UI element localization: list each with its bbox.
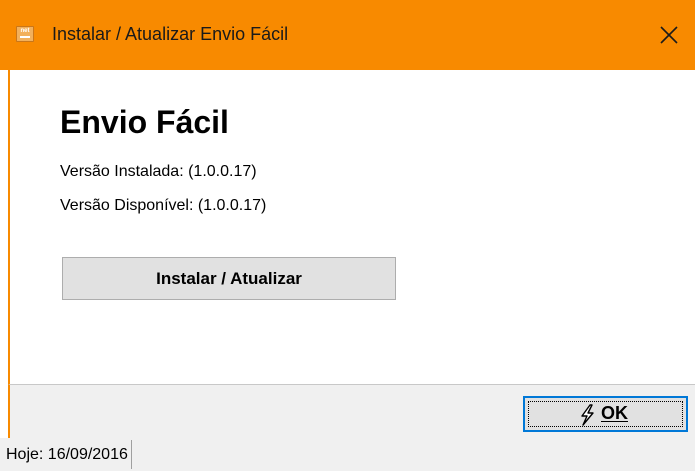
installed-version-text: Versão Instalada: (1.0.0.17) <box>60 163 257 180</box>
ok-button[interactable]: OK <box>523 396 688 432</box>
product-heading: Envio Fácil <box>60 104 229 140</box>
available-version-text: Versão Disponível: (1.0.0.17) <box>60 197 267 214</box>
app-icon-bar <box>20 36 30 38</box>
title-bar[interactable]: net Instalar / Atualizar Envio Fácil <box>0 0 695 70</box>
ok-button-label: OK <box>601 403 628 423</box>
button-panel: OK <box>8 384 695 438</box>
installer-window: net Instalar / Atualizar Envio Fácil Env… <box>0 0 695 471</box>
close-icon <box>660 26 678 44</box>
app-icon: net <box>16 26 34 42</box>
status-date-panel: Hoje: 16/09/2016 <box>6 440 132 469</box>
lightning-icon <box>581 404 594 426</box>
install-update-button[interactable]: Instalar / Atualizar <box>62 257 396 300</box>
window-title: Instalar / Atualizar Envio Fácil <box>52 24 289 44</box>
content-panel: Envio Fácil Versão Instalada: (1.0.0.17)… <box>8 70 695 384</box>
status-bar: Hoje: 16/09/2016 <box>0 438 695 471</box>
app-icon-label: net <box>20 28 30 34</box>
close-button[interactable] <box>645 10 695 60</box>
